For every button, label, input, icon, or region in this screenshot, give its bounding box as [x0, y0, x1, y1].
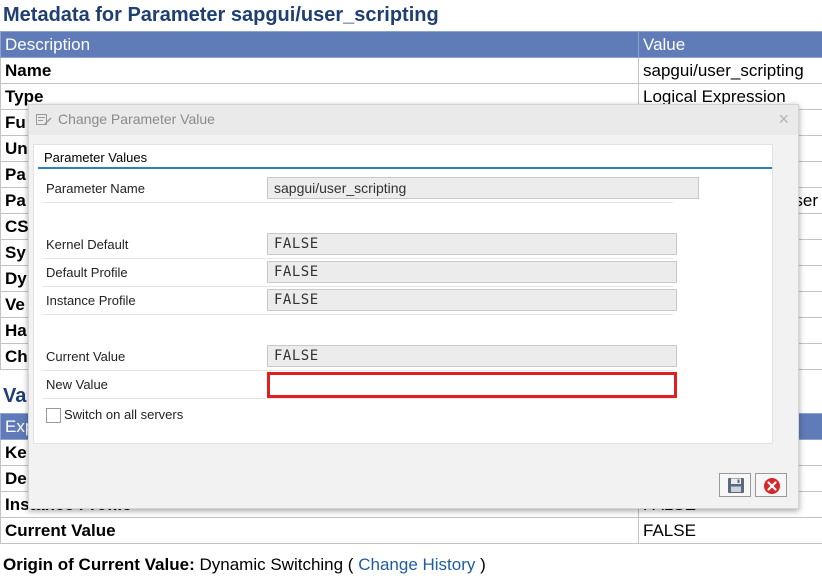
- origin-close: ): [480, 555, 486, 574]
- table-header-row: Description Value: [0, 31, 822, 58]
- origin-label: Origin of Current Value:: [3, 555, 195, 574]
- group-divider: [38, 167, 772, 169]
- row-key: Name: [0, 57, 639, 84]
- table-row: Name sapgui/user_scripting: [0, 57, 822, 84]
- save-button[interactable]: [719, 473, 751, 497]
- row-value: FALSE: [638, 517, 822, 544]
- dialog-edit-icon: [36, 113, 52, 125]
- field-new-value: New Value: [42, 371, 677, 399]
- default-profile-label: Default Profile: [46, 265, 128, 280]
- field-current-value: Current Value FALSE: [42, 343, 677, 371]
- cancel-icon: [764, 478, 780, 494]
- origin-text: Dynamic Switching (: [199, 555, 354, 574]
- close-icon[interactable]: ×: [778, 109, 789, 130]
- column-header-value: Value: [638, 31, 822, 58]
- current-value-value: FALSE: [267, 345, 677, 367]
- parameter-name-label: Parameter Name: [46, 181, 145, 196]
- switch-all-servers-label: Switch on all servers: [64, 407, 184, 422]
- field-kernel-default: Kernel Default FALSE: [42, 231, 677, 259]
- table-row: Current Value FALSE: [0, 517, 822, 544]
- row-key: Current Value: [0, 517, 639, 544]
- kernel-default-label: Kernel Default: [46, 237, 129, 252]
- field-instance-profile: Instance Profile FALSE: [42, 287, 677, 315]
- current-value-label: Current Value: [46, 349, 126, 364]
- group-title: Parameter Values: [44, 150, 148, 165]
- new-value-input[interactable]: [267, 372, 677, 398]
- page-title: Metadata for Parameter sapgui/user_scrip…: [3, 4, 439, 26]
- field-parameter-name: Parameter Name sapgui/user_scripting: [42, 175, 699, 203]
- instance-profile-label: Instance Profile: [46, 293, 136, 308]
- cancel-button[interactable]: [755, 473, 787, 497]
- parameter-name-value: sapgui/user_scripting: [267, 177, 699, 199]
- parameter-values-group: Parameter Values Parameter Name sapgui/u…: [33, 144, 773, 444]
- row-value: sapgui/user_scripting: [638, 57, 822, 84]
- switch-all-servers-checkbox[interactable]: [46, 408, 61, 423]
- default-profile-value: FALSE: [267, 261, 677, 283]
- change-parameter-dialog: Change Parameter Value × Parameter Value…: [28, 104, 799, 509]
- section-title-values: Va: [3, 385, 27, 407]
- dialog-title: Change Parameter Value: [58, 111, 215, 127]
- instance-profile-value: FALSE: [267, 289, 677, 311]
- new-value-label: New Value: [46, 377, 108, 392]
- kernel-default-value: FALSE: [267, 233, 677, 255]
- origin-line: Origin of Current Value: Dynamic Switchi…: [3, 555, 486, 575]
- change-history-link[interactable]: Change History: [358, 555, 475, 574]
- dialog-titlebar[interactable]: Change Parameter Value ×: [29, 105, 798, 135]
- field-default-profile: Default Profile FALSE: [42, 259, 677, 287]
- save-icon: [728, 478, 744, 493]
- column-header-description: Description: [0, 31, 639, 58]
